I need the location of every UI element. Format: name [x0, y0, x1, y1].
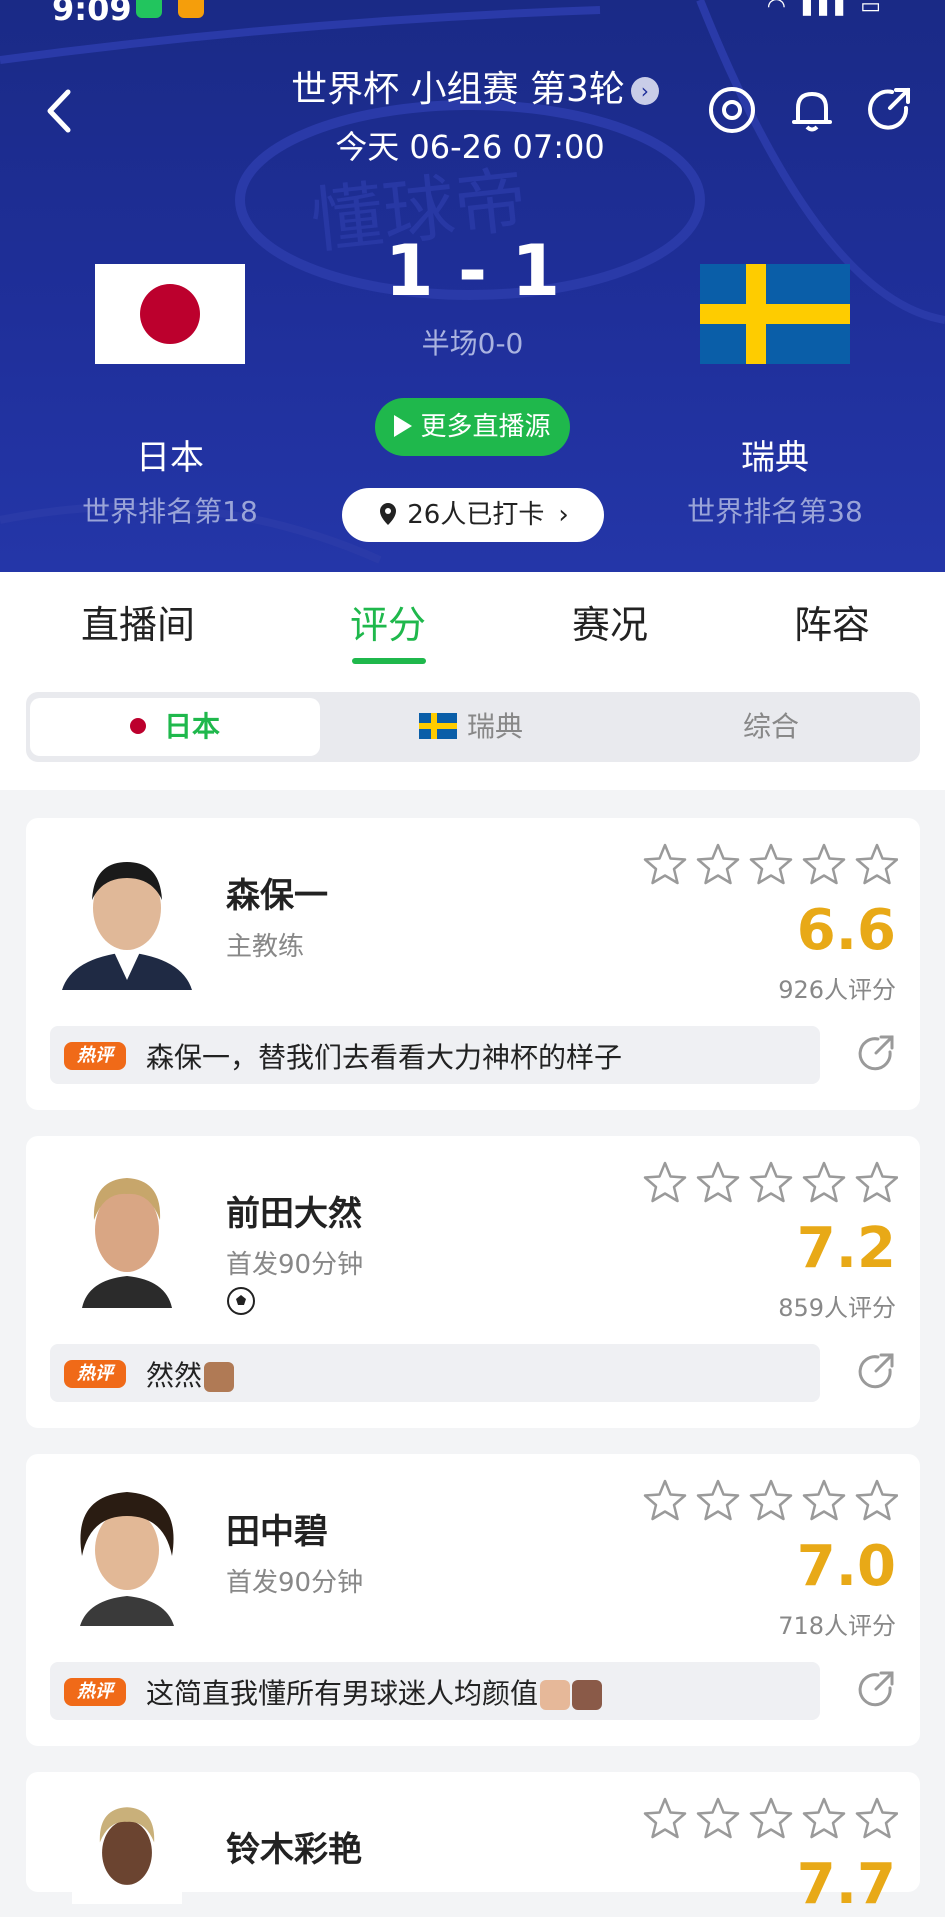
share-icon[interactable]: [854, 1350, 898, 1394]
emoji-sticker-icon: [204, 1362, 235, 1392]
player-name: 前田大然: [226, 1194, 362, 1234]
match-title-text: 世界杯 小组赛 第3轮: [291, 69, 625, 110]
player-role: 首发90分钟: [226, 1250, 364, 1280]
status-time: 9:09: [52, 0, 132, 28]
match-score: 1 - 1: [384, 230, 561, 312]
system-status-icons: ◠ ▮▮▮ ▭: [766, 0, 885, 19]
player-rating-card[interactable]: 铃木彩艳 7.7: [26, 1772, 920, 1917]
back-icon[interactable]: [40, 86, 80, 136]
team-segmented-control: 日本 瑞典 综合: [26, 692, 920, 762]
player-rating: 7.0: [796, 1534, 896, 1599]
hot-comment-text: 然然: [146, 1359, 203, 1392]
hot-comment-badge: 热评: [64, 1678, 126, 1706]
player-rating-card[interactable]: 田中碧 首发90分钟 7.0 718人评分 热评 这简直我懂所有男球迷人均颜值: [26, 1454, 920, 1746]
home-team-name[interactable]: 日本: [60, 430, 280, 479]
tab-bar: 直播间 评分 赛况 阵容: [0, 572, 945, 668]
player-avatar: [52, 840, 202, 990]
home-team-rank: 世界排名第18: [82, 495, 258, 528]
status-bar: 9:09 ◠ ▮▮▮ ▭: [0, 0, 945, 28]
segment-sweden[interactable]: 瑞典: [326, 698, 616, 756]
emoji-sticker-icon: [540, 1680, 571, 1710]
hot-comment[interactable]: 热评 然然: [50, 1344, 820, 1402]
tab-lineup[interactable]: 阵容: [732, 594, 932, 649]
player-role: 首发90分钟: [226, 1568, 364, 1598]
more-live-sources-button[interactable]: 更多直播源: [375, 398, 570, 456]
player-rating-card[interactable]: 森保一 主教练 6.6 926人评分 热评 森保一，替我们去看看大力神杯的样子: [26, 818, 920, 1110]
hot-comment-text: 森保一，替我们去看看大力神杯的样子: [146, 1041, 623, 1074]
team-filter-section: 日本 瑞典 综合: [0, 668, 945, 790]
location-pin-icon: [380, 502, 397, 525]
half-time-score: 半场0-0: [421, 327, 524, 360]
player-rating: 7.2: [796, 1216, 896, 1281]
player-avatar: [72, 1794, 182, 1904]
checkin-button[interactable]: 26人已打卡 ›: [342, 488, 604, 542]
checkin-label: 26人已打卡: [407, 500, 545, 530]
away-team-name[interactable]: 瑞典: [665, 430, 885, 479]
hot-comment[interactable]: 热评 这简直我懂所有男球迷人均颜值: [50, 1662, 820, 1720]
hot-comment-line: 然然: [146, 1354, 235, 1394]
match-datetime: 今天 06-26 07:00: [335, 128, 605, 166]
tab-ratings[interactable]: 评分: [288, 594, 488, 649]
star-rating-input[interactable]: [642, 1160, 898, 1206]
star-rating-input[interactable]: [642, 1478, 898, 1524]
player-rating-card[interactable]: 前田大然 首发90分钟 7.2 859人评分 热评 然然: [26, 1136, 920, 1428]
chevron-right-icon: ›: [630, 77, 659, 105]
share-icon[interactable]: [854, 1032, 898, 1076]
wechat-icon: [136, 0, 162, 18]
hot-comment-badge: 热评: [64, 1360, 126, 1388]
rating-count: 926人评分: [778, 976, 896, 1004]
japan-flag-icon: [129, 718, 146, 734]
sweden-flag-icon: [418, 713, 457, 739]
hot-comment-line: 这简直我懂所有男球迷人均颜值: [146, 1672, 603, 1712]
tab-match-events[interactable]: 赛况: [510, 594, 710, 649]
rating-count: 718人评分: [778, 1612, 896, 1640]
player-rating: 6.6: [796, 898, 896, 963]
hot-comment-text: 这简直我懂所有男球迷人均颜值: [146, 1677, 539, 1710]
star-rating-input[interactable]: [642, 1796, 898, 1842]
segment-sweden-label: 瑞典: [466, 710, 523, 743]
play-icon: [394, 414, 413, 437]
chevron-right-icon: ›: [558, 500, 569, 530]
sweden-flag: [700, 264, 850, 364]
rating-count: 859人评分: [778, 1294, 896, 1322]
player-rating: 7.7: [796, 1852, 896, 1917]
hot-comment-badge: 热评: [64, 1042, 126, 1070]
away-team-rank: 世界排名第38: [687, 495, 863, 528]
hot-comment[interactable]: 热评 森保一，替我们去看看大力神杯的样子: [50, 1026, 820, 1084]
star-rating-input[interactable]: [642, 842, 898, 888]
player-name: 森保一: [226, 876, 328, 916]
match-title[interactable]: 世界杯 小组赛 第3轮 ›: [250, 60, 700, 112]
segment-japan-label: 日本: [163, 710, 220, 743]
video-app-icon: [178, 0, 204, 18]
tab-live-room[interactable]: 直播间: [38, 594, 238, 649]
active-tab-indicator: [352, 658, 426, 664]
player-name: 田中碧: [226, 1512, 328, 1552]
japan-flag: [95, 264, 245, 364]
match-header: 懂球帝 9:09 ◠ ▮▮▮ ▭ 世界杯 小组赛 第3轮 › 今天 06-26 0…: [0, 0, 945, 572]
share-icon[interactable]: [864, 84, 916, 136]
goal-ball-icon: [227, 1287, 255, 1315]
bell-icon[interactable]: [786, 84, 838, 136]
segment-overall[interactable]: 综合: [626, 698, 916, 756]
player-name: 铃木彩艳: [226, 1830, 362, 1870]
target-icon[interactable]: [706, 84, 758, 136]
player-role: 主教练: [226, 932, 305, 962]
emoji-sticker-icon: [572, 1680, 603, 1710]
player-avatar: [52, 1476, 202, 1626]
segment-japan[interactable]: 日本: [30, 698, 320, 756]
share-icon[interactable]: [854, 1668, 898, 1712]
player-avatar: [52, 1158, 202, 1308]
live-button-label: 更多直播源: [420, 412, 551, 442]
